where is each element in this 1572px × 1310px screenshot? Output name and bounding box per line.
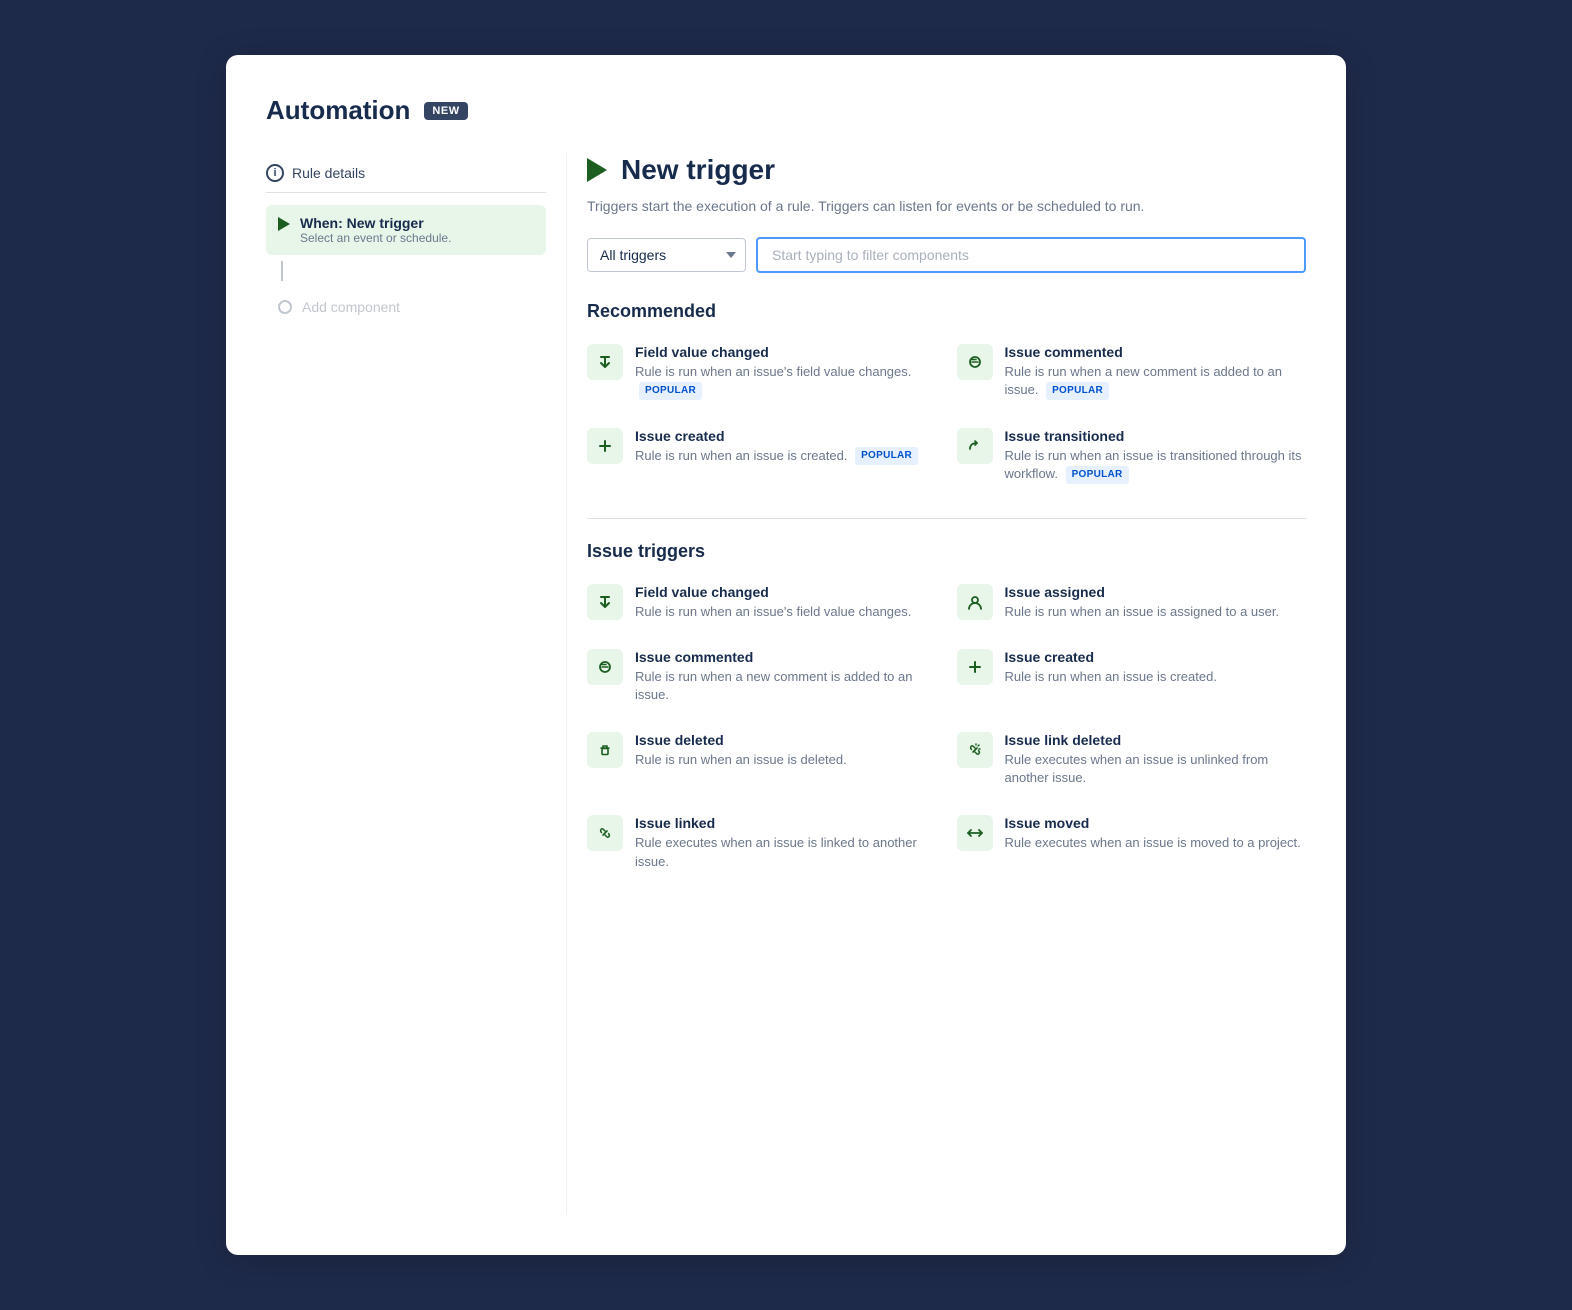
issue-trigger-issue-deleted[interactable]: Issue deleted Rule is run when an issue … (587, 726, 937, 793)
comment-icon (957, 344, 993, 380)
sidebar-trigger-item[interactable]: When: New trigger Select an event or sch… (266, 205, 546, 255)
arrow-down-icon (587, 584, 623, 620)
rule-details-label: Rule details (292, 165, 365, 181)
play-icon-large (587, 158, 607, 182)
link-delete-icon (957, 732, 993, 768)
recommended-trigger-issue-commented[interactable]: Issue commented Rule is run when a new c… (957, 338, 1307, 406)
info-icon: i (266, 164, 284, 182)
header: Automation NEW (266, 95, 1306, 126)
circle-icon (278, 300, 292, 314)
issue-trigger-issue-assigned[interactable]: Issue assigned Rule is run when an issue… (957, 578, 1307, 627)
trigger-card-title: Field value changed (635, 344, 937, 360)
plus-icon (957, 649, 993, 685)
issue-trigger-issue-commented[interactable]: Issue commented Rule is run when a new c… (587, 643, 937, 710)
issue-trigger-issue-linked[interactable]: Issue linked Rule executes when an issue… (587, 809, 937, 876)
filter-row: All triggers Issue triggers Scheduled tr… (587, 237, 1306, 273)
trigger-text-block: When: New trigger Select an event or sch… (300, 215, 451, 245)
trigger-card-title: Issue commented (635, 649, 937, 665)
move-icon (957, 815, 993, 851)
trigger-card-desc: Rule is run when an issue's field value … (635, 363, 937, 400)
popular-badge: POPULAR (639, 382, 702, 400)
sidebar-trigger-subtitle: Select an event or schedule. (300, 231, 451, 245)
issue-triggers-section-title: Issue triggers (587, 541, 1306, 562)
trigger-card-body: Issue commented Rule is run when a new c… (635, 649, 937, 704)
content-description: Triggers start the execution of a rule. … (587, 196, 1306, 217)
trigger-card-body: Field value changed Rule is run when an … (635, 584, 911, 621)
add-component-label: Add component (302, 299, 400, 315)
trigger-card-desc: Rule is run when an issue is assigned to… (1005, 603, 1280, 621)
recommended-trigger-issue-transitioned[interactable]: Issue transitioned Rule is run when an i… (957, 422, 1307, 490)
trigger-card-desc: Rule is run when an issue's field value … (635, 603, 911, 621)
app-title: Automation (266, 95, 410, 126)
arrow-down-icon (587, 344, 623, 380)
trigger-card-body: Issue moved Rule executes when an issue … (1005, 815, 1301, 852)
trash-icon (587, 732, 623, 768)
trigger-card-desc: Rule is run when an issue is deleted. (635, 751, 847, 769)
trigger-card-body: Field value changed Rule is run when an … (635, 344, 937, 400)
popular-badge: POPULAR (1066, 466, 1129, 484)
play-icon (278, 217, 290, 231)
dropdown-wrapper: All triggers Issue triggers Scheduled tr… (587, 238, 746, 272)
popular-badge: POPULAR (1046, 382, 1109, 400)
sidebar-rule-details[interactable]: i Rule details (266, 154, 546, 193)
trigger-card-body: Issue transitioned Rule is run when an i… (1005, 428, 1307, 484)
trigger-card-title: Issue link deleted (1005, 732, 1307, 748)
trigger-card-title: Issue deleted (635, 732, 847, 748)
trigger-card-body: Issue assigned Rule is run when an issue… (1005, 584, 1280, 621)
trigger-card-title: Issue commented (1005, 344, 1307, 360)
trigger-card-desc: Rule executes when an issue is unlinked … (1005, 751, 1307, 787)
trigger-card-desc: Rule executes when an issue is linked to… (635, 834, 937, 870)
issue-trigger-issue-created[interactable]: Issue created Rule is run when an issue … (957, 643, 1307, 710)
plus-icon (587, 428, 623, 464)
trigger-card-title: Field value changed (635, 584, 911, 600)
trigger-card-title: Issue created (635, 428, 918, 444)
trigger-card-desc: Rule is run when a new comment is added … (1005, 363, 1307, 400)
trigger-card-body: Issue created Rule is run when an issue … (635, 428, 918, 466)
issue-trigger-issue-link-deleted[interactable]: Issue link deleted Rule executes when an… (957, 726, 1307, 793)
main-layout: i Rule details When: New trigger Select … (266, 154, 1306, 1215)
trigger-card-title: Issue created (1005, 649, 1217, 665)
content-header: New trigger (587, 154, 1306, 186)
trigger-card-desc: Rule executes when an issue is moved to … (1005, 834, 1301, 852)
new-badge: NEW (424, 102, 467, 120)
trigger-filter-dropdown[interactable]: All triggers Issue triggers Scheduled tr… (587, 238, 746, 272)
trigger-card-desc: Rule is run when an issue is created. PO… (635, 447, 918, 466)
trigger-card-body: Issue link deleted Rule executes when an… (1005, 732, 1307, 787)
section-divider (587, 518, 1306, 519)
connector-line (281, 261, 283, 281)
trigger-card-body: Issue linked Rule executes when an issue… (635, 815, 937, 870)
recommended-section-title: Recommended (587, 301, 1306, 322)
recommended-trigger-field-value-changed[interactable]: Field value changed Rule is run when an … (587, 338, 937, 406)
issue-trigger-field-value-changed[interactable]: Field value changed Rule is run when an … (587, 578, 937, 627)
trigger-card-title: Issue linked (635, 815, 937, 831)
trigger-card-title: Issue assigned (1005, 584, 1280, 600)
issue-trigger-issue-moved[interactable]: Issue moved Rule executes when an issue … (957, 809, 1307, 876)
issue-triggers-grid: Field value changed Rule is run when an … (587, 578, 1306, 877)
app-container: Automation NEW i Rule details When: New … (226, 55, 1346, 1255)
sidebar: i Rule details When: New trigger Select … (266, 154, 566, 1215)
person-icon (957, 584, 993, 620)
link-icon (587, 815, 623, 851)
trigger-card-title: Issue moved (1005, 815, 1301, 831)
trigger-card-desc: Rule is run when a new comment is added … (635, 668, 937, 704)
trigger-card-body: Issue created Rule is run when an issue … (1005, 649, 1217, 686)
recommended-triggers-grid: Field value changed Rule is run when an … (587, 338, 1306, 490)
trigger-card-title: Issue transitioned (1005, 428, 1307, 444)
popular-badge: POPULAR (855, 447, 918, 465)
trigger-card-desc: Rule is run when an issue is transitione… (1005, 447, 1307, 484)
content-area: New trigger Triggers start the execution… (566, 154, 1306, 1215)
trigger-card-body: Issue commented Rule is run when a new c… (1005, 344, 1307, 400)
sidebar-trigger-title: When: New trigger (300, 215, 451, 231)
trigger-card-desc: Rule is run when an issue is created. (1005, 668, 1217, 686)
sidebar-add-component[interactable]: Add component (266, 289, 546, 325)
content-title: New trigger (621, 154, 775, 186)
transition-icon (957, 428, 993, 464)
trigger-card-body: Issue deleted Rule is run when an issue … (635, 732, 847, 769)
recommended-trigger-issue-created[interactable]: Issue created Rule is run when an issue … (587, 422, 937, 490)
filter-components-input[interactable] (756, 237, 1306, 273)
comment-icon (587, 649, 623, 685)
